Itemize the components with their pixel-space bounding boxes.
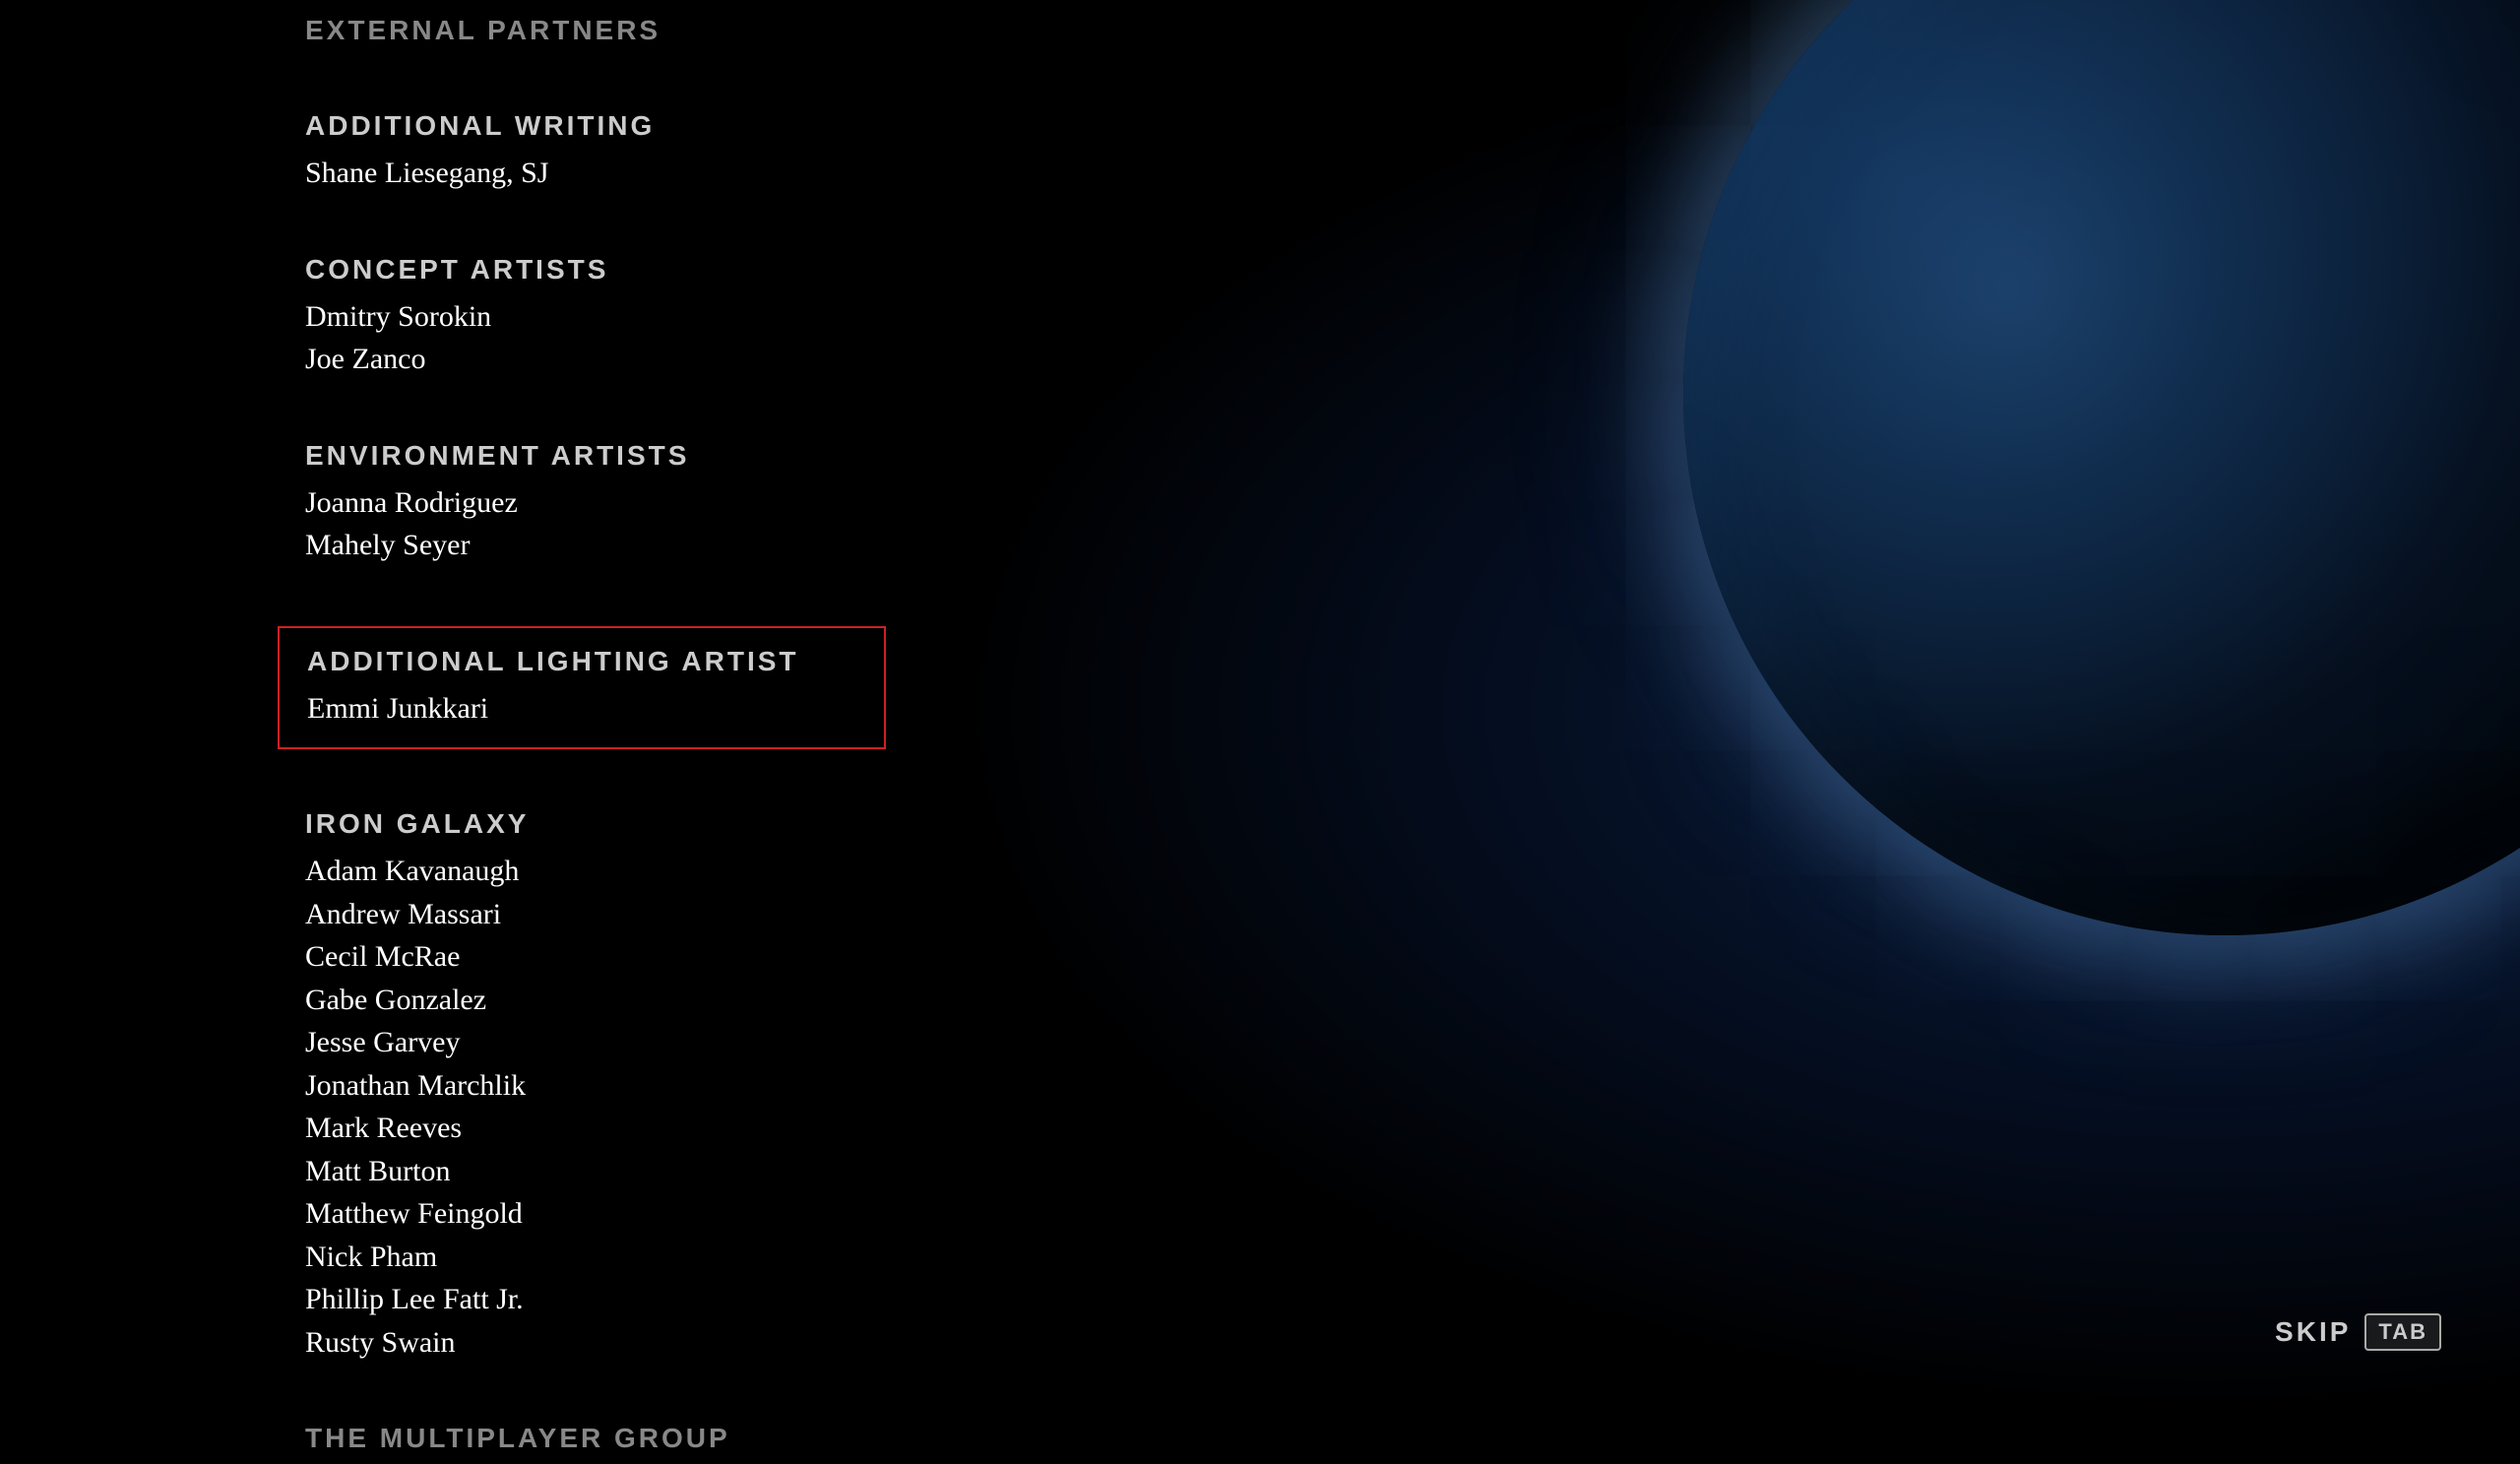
name-matthew: Matthew Feingold: [305, 1192, 886, 1236]
name-matt: Matt Burton: [305, 1150, 886, 1193]
additional-writing-role: ADDITIONAL WRITING: [305, 110, 886, 142]
additional-lighting-artist-names: Emmi Junkkari: [307, 687, 856, 731]
credits-container: EXTERNAL PARTNERS ADDITIONAL WRITING Sha…: [0, 0, 886, 1418]
multiplayer-group-role: THE MULTIPLAYER GROUP: [305, 1423, 886, 1454]
concept-artists-section: CONCEPT ARTISTS Dmitry Sorokin Joe Zanco: [305, 254, 886, 381]
name-joe: Joe Zanco: [305, 338, 886, 381]
external-partners-role: EXTERNAL PARTNERS: [305, 15, 886, 46]
name-emmi: Emmi Junkkari: [307, 687, 856, 731]
background-scene: [945, 0, 2520, 1418]
external-partners-section: EXTERNAL PARTNERS: [305, 15, 886, 56]
tab-key[interactable]: TAB: [2364, 1313, 2441, 1351]
environment-artists-section: ENVIRONMENT ARTISTS Joanna Rodriguez Mah…: [305, 440, 886, 567]
name-jesse: Jesse Garvey: [305, 1021, 886, 1064]
name-shane: Shane Liesegang, SJ: [305, 152, 886, 195]
name-andrew: Andrew Massari: [305, 893, 886, 936]
additional-writing-names: Shane Liesegang, SJ: [305, 152, 886, 195]
iron-galaxy-role: IRON GALAXY: [305, 808, 886, 840]
name-gabe: Gabe Gonzalez: [305, 979, 886, 1022]
name-rusty: Rusty Swain: [305, 1321, 886, 1365]
concept-artists-role: CONCEPT ARTISTS: [305, 254, 886, 286]
additional-writing-section: ADDITIONAL WRITING Shane Liesegang, SJ: [305, 110, 886, 195]
planet: [1683, 0, 2520, 935]
concept-artists-names: Dmitry Sorokin Joe Zanco: [305, 295, 886, 381]
iron-galaxy-names: Adam Kavanaugh Andrew Massari Cecil McRa…: [305, 850, 886, 1364]
environment-artists-names: Joanna Rodriguez Mahely Seyer: [305, 481, 886, 567]
planet-container: [1437, 0, 2520, 1181]
additional-lighting-artist-section: ADDITIONAL LIGHTING ARTIST Emmi Junkkari: [278, 626, 886, 750]
skip-label: SKIP: [2275, 1316, 2351, 1348]
additional-lighting-artist-role: ADDITIONAL LIGHTING ARTIST: [307, 646, 856, 677]
iron-galaxy-section: IRON GALAXY Adam Kavanaugh Andrew Massar…: [305, 808, 886, 1364]
name-mark: Mark Reeves: [305, 1107, 886, 1150]
name-jonathan: Jonathan Marchlik: [305, 1064, 886, 1108]
name-nick: Nick Pham: [305, 1236, 886, 1279]
name-mahely: Mahely Seyer: [305, 524, 886, 567]
name-cecil: Cecil McRae: [305, 935, 886, 979]
environment-artists-role: ENVIRONMENT ARTISTS: [305, 440, 886, 472]
multiplayer-group-section: THE MULTIPLAYER GROUP: [305, 1423, 886, 1464]
name-dmitry: Dmitry Sorokin: [305, 295, 886, 339]
name-adam: Adam Kavanaugh: [305, 850, 886, 893]
name-phillip: Phillip Lee Fatt Jr.: [305, 1278, 886, 1321]
name-joanna: Joanna Rodriguez: [305, 481, 886, 525]
skip-container[interactable]: SKIP TAB: [2275, 1313, 2441, 1351]
